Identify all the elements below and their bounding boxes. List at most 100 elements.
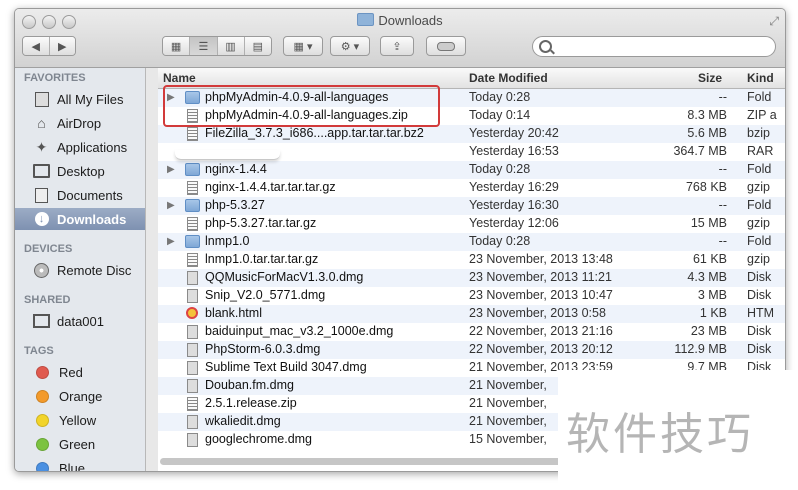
file-row[interactable]: ▶ php-5.3.27 Yesterday 16:30 -- Fold (158, 197, 785, 215)
sidebar-tag-yellow[interactable]: Yellow (33, 409, 145, 431)
sidebar-item-airdrop[interactable]: ⌂ AirDrop (33, 112, 145, 134)
sidebar-tag-blue[interactable]: Blue (33, 457, 145, 472)
sidebar-item-label: AirDrop (57, 115, 102, 131)
forward-button[interactable]: ▶ (49, 37, 75, 55)
name-column-header[interactable]: Name (163, 71, 196, 85)
dmg-file-icon (187, 325, 198, 339)
file-size: 3 MB (697, 288, 727, 302)
disclosure-triangle-icon[interactable]: ▶ (167, 164, 175, 175)
date-column-header[interactable]: Date Modified (469, 71, 548, 85)
file-row[interactable]: ▶ nginx-1.4.4 Today 0:28 -- Fold (158, 161, 785, 179)
share-button[interactable]: ⇪ (380, 36, 414, 56)
fullscreen-icon[interactable]: ⤢ (769, 14, 779, 29)
arrange-icon: ▦ ▾ (293, 40, 313, 53)
sidebar-tag-red[interactable]: Red (33, 361, 145, 383)
file-row[interactable]: php-5.3.27.tar.tar.gz Yesterday 12:06 15 M… (158, 215, 785, 233)
sidebar-item-label: data001 (57, 313, 104, 329)
back-forward-control: ◀ ▶ (22, 36, 76, 56)
zip-file-icon (187, 253, 198, 267)
file-kind: Fold (747, 162, 772, 176)
folder-file-icon (185, 235, 200, 248)
file-name: php-5.3.27 (205, 198, 265, 212)
sidebar-item-label: Red (59, 364, 83, 380)
file-name: 2.5.1.release.zip (205, 396, 297, 410)
size-column-header[interactable]: Size (698, 71, 722, 85)
file-size: 364.7 MB (673, 144, 727, 158)
file-size: -- (718, 234, 727, 248)
file-date: Today 0:28 (469, 90, 531, 104)
applications-icon: ✦ (35, 138, 48, 155)
kind-column-header[interactable]: Kind (747, 71, 774, 85)
file-name: nginx-1.4.4.tar.tar.tar.gz (205, 180, 336, 194)
file-row[interactable]: blank.html 23 November, 2013 0:58 1 KB HTM (158, 305, 785, 323)
file-size: 61 KB (692, 252, 727, 266)
file-kind: Fold (747, 234, 772, 248)
zip-file-icon (187, 127, 198, 141)
file-row[interactable]: FileZilla_3.7.3_i686....app.tar.tar.tar.… (158, 125, 785, 143)
window-title-text: Downloads (378, 13, 443, 28)
file-row[interactable]: Snip_V2.0_5771.dmg 23 November, 2013 10:4… (158, 287, 785, 305)
coverflow-view-button[interactable]: ▤ (244, 37, 271, 55)
sidebar-item-label: Desktop (57, 163, 105, 179)
back-button[interactable]: ◀ (23, 37, 50, 55)
file-name: QQMusicForMacV1.3.0.dmg (205, 270, 364, 284)
file-size: 23 MB (690, 324, 727, 338)
file-name: php-5.3.27.tar.tar.gz (205, 216, 317, 230)
horizontal-scrollbar[interactable] (160, 458, 575, 465)
sidebar-item-all-my-files[interactable]: All My Files (33, 88, 145, 110)
sidebar-item-documents[interactable]: Documents (33, 184, 145, 206)
html-file-icon (186, 307, 198, 319)
file-kind: Disk (747, 270, 772, 284)
zip-file-icon (187, 217, 198, 231)
orange-tag-icon (36, 389, 49, 403)
file-size: 4.3 MB (687, 270, 727, 284)
arrange-button[interactable]: ▦ ▾ (283, 36, 323, 56)
disclosure-triangle-icon[interactable]: ▶ (167, 236, 175, 247)
watermark: 软件技巧 (558, 370, 798, 490)
file-date: 15 November, (469, 432, 547, 446)
file-kind: Disk (747, 288, 772, 302)
zip-file-icon (187, 181, 198, 195)
action-button[interactable]: ⚙ ▾ (330, 36, 370, 56)
sidebar-item-label: All My Files (57, 91, 124, 107)
icon-view-button[interactable]: ▦ (163, 37, 191, 55)
file-date: 22 November, 2013 20:12 (469, 342, 613, 356)
sidebar-item-remote-disc[interactable]: Remote Disc (33, 259, 145, 281)
file-row[interactable]: QQMusicForMacV1.3.0.dmg 23 November, 2013… (158, 269, 785, 287)
sidebar-tag-orange[interactable]: Orange (33, 385, 145, 407)
sidebar-item-downloads[interactable]: ↓ Downloads (15, 208, 145, 230)
file-kind: gzip (747, 180, 770, 194)
sidebar-item-desktop[interactable]: Desktop (33, 160, 145, 182)
disclosure-triangle-icon[interactable]: ▶ (167, 200, 175, 211)
file-kind: bzip (747, 126, 770, 140)
file-date: Yesterday 16:30 (469, 198, 559, 212)
share-icon: ⇪ (392, 40, 402, 53)
file-kind: Fold (747, 198, 772, 212)
file-row[interactable]: baiduinput_mac_v3.2_1000e.dmg 22 November… (158, 323, 785, 341)
search-field[interactable] (532, 36, 776, 57)
file-size: 1 KB (699, 306, 727, 320)
sidebar-item-applications[interactable]: ✦ Applications (33, 136, 145, 158)
file-kind: RAR (747, 144, 774, 158)
documents-icon (33, 187, 50, 203)
folder-file-icon (185, 199, 200, 212)
sidebar-item-label: Blue (59, 460, 86, 472)
search-icon (539, 40, 552, 53)
sidebar-item-data001[interactable]: data001 (33, 310, 145, 332)
list-view-button[interactable]: ☰ (190, 37, 218, 55)
monitor-icon (33, 314, 50, 329)
file-name: Douban.fm.dmg (205, 378, 294, 392)
sidebar-tag-green[interactable]: Green (33, 433, 145, 455)
file-name: nginx-1.4.4 (205, 162, 267, 176)
file-row[interactable]: ▶ lnmp1.0 Today 0:28 -- Fold (158, 233, 785, 251)
sidebar-heading-favorites: FAVORITES (24, 72, 86, 84)
file-row[interactable]: nginx-1.4.4.tar.tar.tar.gz Yesterday 16:2… (158, 179, 785, 197)
edit-tags-button[interactable] (426, 36, 466, 56)
file-name: lnmp1.0.tar.tar.tar.gz (205, 252, 319, 266)
column-view-button[interactable]: ▥ (217, 37, 245, 55)
file-size: -- (718, 162, 727, 176)
file-row[interactable]: lnmp1.0.tar.tar.tar.gz 23 November, 2013 … (158, 251, 785, 269)
file-name: PhpStorm-6.0.3.dmg (205, 342, 321, 356)
file-row[interactable]: PhpStorm-6.0.3.dmg 22 November, 2013 20:1… (158, 341, 785, 359)
sidebar-heading-shared: SHARED (24, 294, 71, 306)
